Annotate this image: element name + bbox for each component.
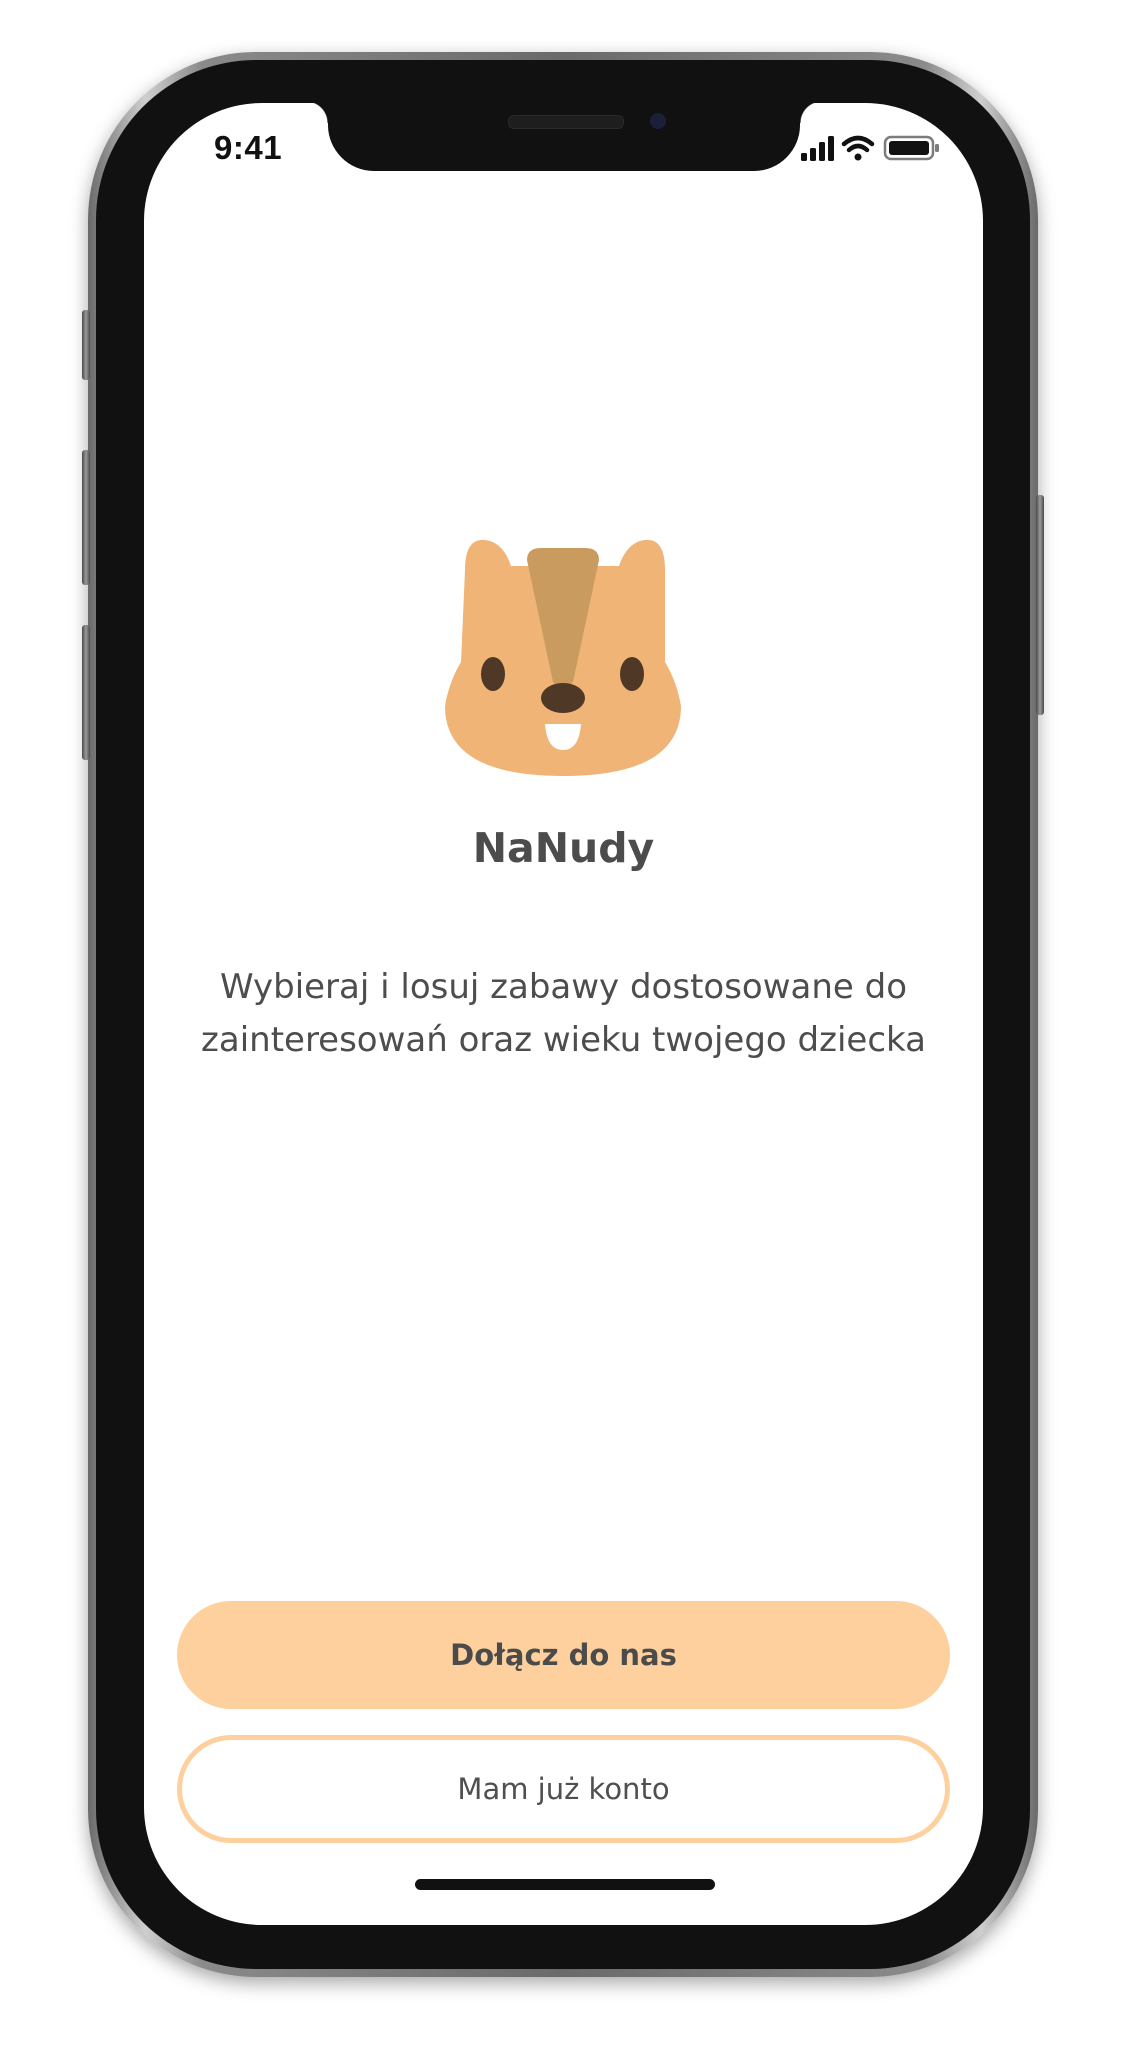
- status-icons: [801, 135, 939, 161]
- join-button[interactable]: Dołącz do nas: [177, 1601, 950, 1709]
- tagline-line-2: zainteresowań oraz wieku twojego dziecka: [201, 1020, 926, 1060]
- wifi-icon: [841, 135, 875, 161]
- login-button[interactable]: Mam już konto: [177, 1735, 950, 1843]
- power-button: [1036, 495, 1044, 715]
- earpiece-speaker: [508, 115, 624, 129]
- volume-down-button: [82, 625, 90, 760]
- app-tagline: Wybieraj i losuj zabawy dostosowane do z…: [174, 961, 953, 1067]
- status-time: 9:41: [214, 129, 283, 166]
- home-indicator[interactable]: [415, 1879, 715, 1890]
- volume-up-button: [82, 450, 90, 585]
- mute-switch: [82, 310, 90, 380]
- cellular-signal-icon: [801, 136, 834, 161]
- front-camera: [650, 113, 666, 129]
- app-screen: 9:41 NaNudy Wybieraj i losuj zabawy dost…: [144, 103, 983, 1925]
- squirrel-icon: [445, 539, 681, 776]
- device-notch: [306, 103, 822, 171]
- battery-icon: [883, 135, 939, 161]
- app-name: NaNudy: [472, 824, 655, 872]
- tagline-line-1: Wybieraj i losuj zabawy dostosowane do: [219, 967, 908, 1007]
